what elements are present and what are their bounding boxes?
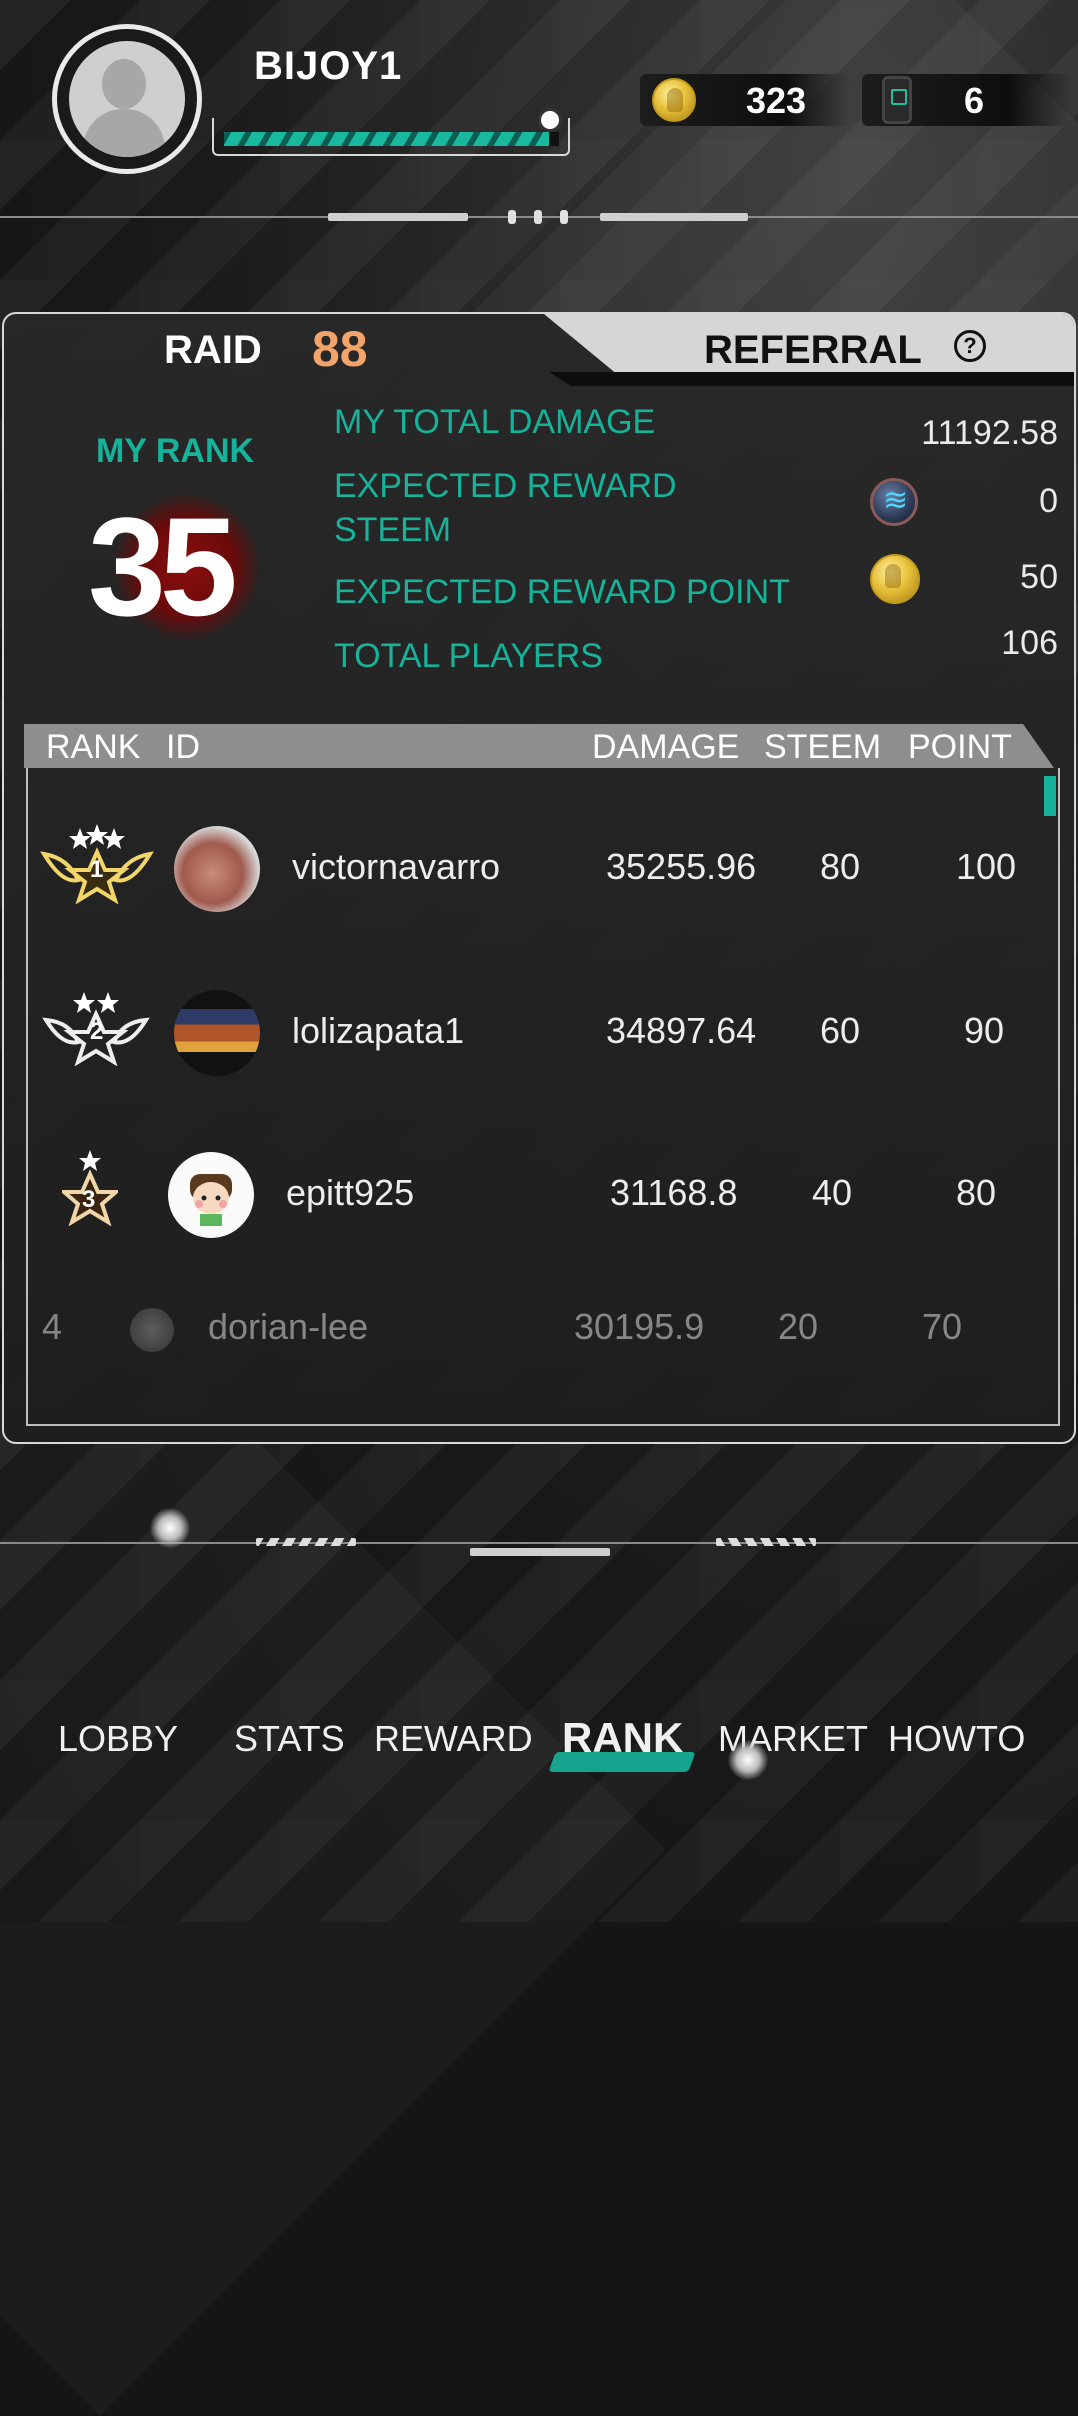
help-icon[interactable]: ? (954, 330, 986, 362)
table-row[interactable]: 3 epitt925 31168.8 40 80 (28, 1130, 1058, 1270)
divider-ornament (560, 210, 568, 224)
player-damage: 35255.96 (606, 846, 757, 887)
steem-icon (870, 478, 918, 526)
player-id[interactable]: dorian-lee (208, 1306, 368, 1348)
player-steem: 20 (778, 1306, 819, 1347)
my-rank-value: 35 (88, 488, 238, 645)
avatar (168, 1152, 254, 1238)
total-players-value: 106 (1001, 624, 1058, 662)
expected-steem-label: EXPECTED REWARD STEEM (334, 467, 677, 549)
xp-progress-knob (538, 108, 562, 132)
device-icon (882, 76, 912, 124)
rank-number: 3 (82, 1186, 96, 1213)
raid-rank-panel: RAID 88 REFERRAL ? MY RANK 35 MY TOTAL D… (2, 312, 1076, 1444)
total-damage-value: 11192.58 (921, 414, 1058, 452)
username: BIJOY1 (254, 44, 403, 88)
column-steem: STEEM (764, 728, 882, 766)
expected-steem-value: 0 (1039, 482, 1058, 520)
expected-point-label: EXPECTED REWARD POINT (334, 573, 790, 611)
avatar (174, 826, 260, 912)
divider-ornament (508, 210, 516, 224)
tab-raid[interactable]: RAID (164, 328, 262, 373)
tab-referral-label[interactable]: REFERRAL (704, 328, 922, 373)
rank-table-header: RANK ID DAMAGE STEEM POINT (24, 724, 1054, 768)
total-players-label: TOTAL PLAYERS (334, 637, 603, 675)
table-row[interactable]: 4 dorian-lee 30195.9 20 70 (28, 1288, 1058, 1424)
nav-howto[interactable]: HOWTO (888, 1718, 1025, 1760)
item-count: 6 (964, 80, 985, 121)
avatar (174, 990, 260, 1076)
glow-light (150, 1508, 190, 1548)
default-user-icon (69, 41, 185, 157)
raid-number: 88 (312, 321, 368, 377)
divider-ornament (600, 213, 748, 221)
nav-rank[interactable]: RANK (562, 1714, 683, 1762)
nav-stats[interactable]: STATS (234, 1718, 345, 1760)
divider-ornament (256, 1538, 356, 1546)
my-rank-label: MY RANK (96, 432, 255, 470)
player-steem: 60 (820, 1010, 861, 1051)
divider-ornament (716, 1538, 816, 1546)
expected-point-value: 50 (1020, 558, 1058, 596)
xp-progress-fill (224, 132, 549, 146)
column-damage: DAMAGE (592, 728, 740, 766)
player-id[interactable]: epitt925 (286, 1172, 414, 1214)
player-point: 90 (964, 1010, 1005, 1051)
player-damage: 34897.64 (606, 1010, 757, 1051)
profile-avatar[interactable] (52, 24, 202, 174)
nav-reward[interactable]: REWARD (374, 1718, 533, 1760)
rank-number: 2 (90, 1018, 104, 1045)
xp-progress-bar (212, 108, 570, 156)
nav-lobby[interactable]: LOBBY (58, 1718, 178, 1760)
player-damage: 31168.8 (610, 1172, 738, 1213)
player-damage: 30195.9 (574, 1306, 705, 1347)
table-row[interactable]: 1 victornavarro 35255.96 80 100 (28, 798, 1058, 938)
player-point: 70 (922, 1306, 963, 1347)
column-point: POINT (908, 728, 1012, 766)
coin-icon (652, 78, 696, 122)
coin-icon (870, 554, 920, 604)
rank-number: 4 (42, 1306, 63, 1347)
background-shape (0, 1284, 666, 2415)
player-id[interactable]: victornavarro (292, 846, 500, 888)
player-id[interactable]: lolizapata1 (292, 1010, 464, 1052)
rank-number: 1 (90, 856, 104, 883)
glow-light (728, 1740, 768, 1780)
table-row[interactable]: 2 lolizapata1 34897.64 60 90 (28, 964, 1058, 1104)
column-rank: RANK (46, 728, 141, 766)
column-id: ID (166, 728, 200, 766)
divider-ornament (534, 210, 542, 224)
player-steem: 80 (820, 846, 861, 887)
player-point: 80 (956, 1172, 997, 1213)
coin-count: 323 (746, 80, 807, 121)
divider-ornament (328, 213, 468, 221)
avatar (130, 1308, 174, 1352)
total-damage-label: MY TOTAL DAMAGE (334, 403, 656, 441)
tab-shadow (549, 372, 1074, 386)
player-point: 100 (956, 846, 1017, 887)
divider-ornament (470, 1548, 610, 1556)
player-steem: 40 (812, 1172, 853, 1213)
rank-table[interactable]: 1 victornavarro 35255.96 80 100 2 loliza… (26, 768, 1060, 1426)
